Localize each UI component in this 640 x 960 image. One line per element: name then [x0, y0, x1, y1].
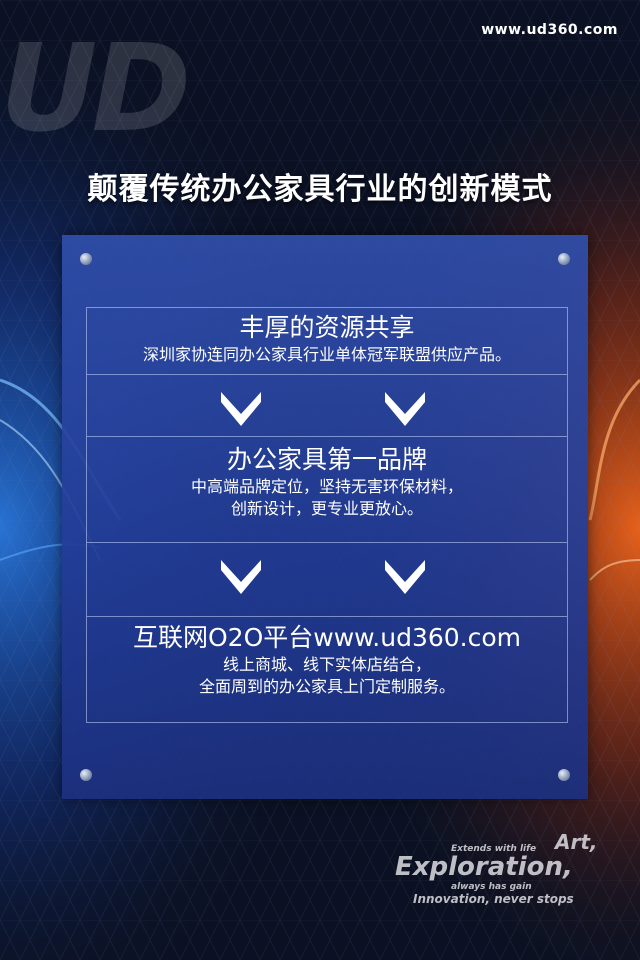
- slogan-line: Art,: [555, 830, 598, 854]
- section-o2o-platform: 互联网O2O平台www.ud360.com 线上商城、线下实体店结合， 全面周到…: [87, 622, 567, 698]
- slogan-line: Innovation, never stops: [413, 892, 574, 906]
- section-title: 丰厚的资源共享: [239, 313, 415, 342]
- site-url[interactable]: www.ud360.com: [481, 22, 618, 38]
- headline: 颠覆传统办公家具行业的创新模式: [87, 172, 553, 207]
- chevron-down-icon: [385, 560, 425, 594]
- section-line: 中高端品牌定位，坚持无害环保材料，: [190, 477, 463, 496]
- slogan-line: Exploration,: [395, 852, 573, 882]
- divider: [87, 374, 567, 375]
- screw-icon: [558, 769, 570, 781]
- feature-panel: 丰厚的资源共享 深圳家协连同办公家具行业单体冠军联盟供应产品。 办公家具第一品牌…: [62, 235, 588, 799]
- section-line: 全面周到的办公家具上门定制服务。: [198, 677, 455, 696]
- brand-logo: UD: [0, 20, 191, 159]
- chevron-down-icon: [221, 560, 261, 594]
- section-line: 线上商城、线下实体店结合，: [222, 655, 431, 674]
- divider: [87, 436, 567, 437]
- section-resource-sharing: 丰厚的资源共享 深圳家协连同办公家具行业单体冠军联盟供应产品。: [87, 312, 567, 366]
- divider: [87, 542, 567, 543]
- section-title: 办公家具第一品牌: [226, 445, 427, 474]
- section-line: 创新设计，更专业更放心。: [230, 499, 423, 518]
- slogan-line: always has gain: [451, 882, 532, 892]
- screw-icon: [558, 253, 570, 265]
- screw-icon: [80, 253, 92, 265]
- chevron-down-icon: [221, 392, 261, 426]
- slogan-logo: Extends with life Art, Exploration, alwa…: [395, 830, 625, 910]
- section-line: 深圳家协连同办公家具行业单体冠军联盟供应产品。: [142, 345, 511, 364]
- section-title: 互联网O2O平台www.ud360.com: [132, 623, 522, 652]
- section-top-brand: 办公家具第一品牌 中高端品牌定位，坚持无害环保材料， 创新设计，更专业更放心。: [87, 444, 567, 520]
- divider: [87, 616, 567, 617]
- feature-frame: 丰厚的资源共享 深圳家协连同办公家具行业单体冠军联盟供应产品。 办公家具第一品牌…: [86, 307, 568, 723]
- screw-icon: [80, 769, 92, 781]
- chevron-down-icon: [385, 392, 425, 426]
